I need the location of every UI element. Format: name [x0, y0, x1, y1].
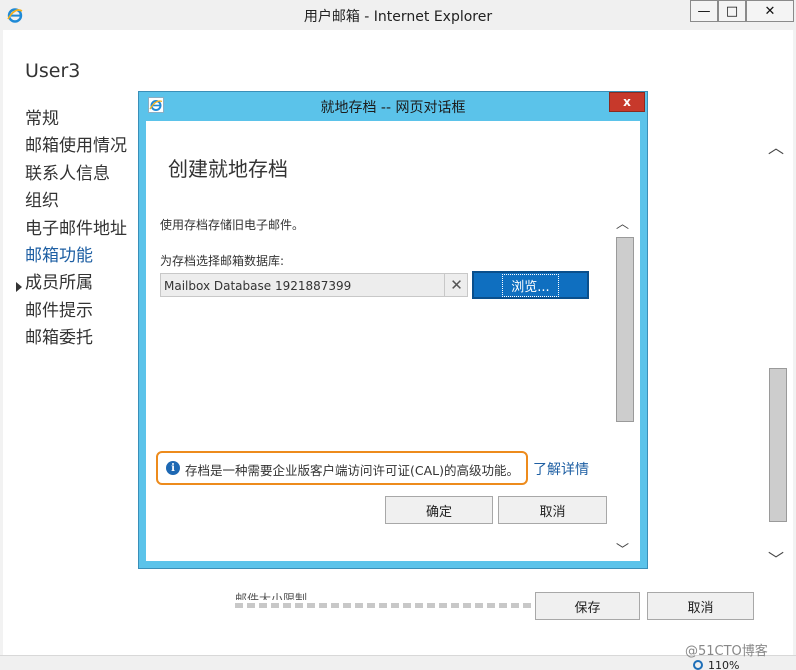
close-window-button[interactable]: ✕ [746, 0, 794, 22]
nav-item-member-of[interactable]: 成员所属 [25, 270, 127, 297]
info-icon: i [166, 461, 180, 475]
save-button[interactable]: 保存 [535, 592, 640, 620]
dialog-title: 就地存档 -- 网页对话框 [320, 100, 466, 116]
dialog-heading: 创建就地存档 [168, 157, 288, 181]
nav-item-general[interactable]: 常规 [25, 106, 127, 133]
page-scrollbar-thumb[interactable] [769, 368, 787, 522]
database-label: 为存档选择邮箱数据库: [160, 254, 285, 268]
license-notice-text: 存档是一种需要企业版客户端访问许可证(CAL)的高级功能。 [185, 463, 519, 478]
dialog-body: 创建就地存档 使用存档存储旧电子邮件。 为存档选择邮箱数据库: Mailbox … [146, 121, 640, 561]
license-notice: i 存档是一种需要企业版客户端访问许可证(CAL)的高级功能。 [156, 451, 528, 485]
active-nav-arrow-icon [16, 282, 22, 292]
ok-button[interactable]: 确定 [385, 496, 493, 524]
ie-titlebar: 用户邮箱 - Internet Explorer — □ ✕ [0, 0, 796, 30]
minimize-button[interactable]: — [690, 0, 718, 22]
nav-item-mail-tips[interactable]: 邮件提示 [25, 298, 127, 325]
dialog-close-button[interactable]: x [609, 92, 645, 112]
window-title: 用户邮箱 - Internet Explorer [303, 9, 493, 25]
nav-item-mailbox-usage[interactable]: 邮箱使用情况 [25, 133, 127, 160]
watermark: @51CTO博客 [685, 644, 768, 659]
zoom-level[interactable]: 110% [708, 659, 739, 670]
learn-more-link[interactable]: 了解详情 [533, 459, 589, 479]
dialog-description: 使用存档存储旧电子邮件。 [160, 218, 305, 232]
page-scroll-down-button[interactable]: ﹀ [768, 546, 784, 570]
page-cancel-button[interactable]: 取消 [647, 592, 754, 620]
browse-button[interactable]: 浏览... [472, 271, 589, 299]
dialog-scroll-up-button[interactable]: ︿ [616, 213, 629, 232]
nav-item-mailbox-delegation[interactable]: 邮箱委托 [25, 325, 127, 352]
nav-item-mailbox-features[interactable]: 邮箱功能 [25, 243, 127, 270]
dialog-scroll-down-button[interactable]: ﹀ [616, 539, 629, 558]
nav-item-contact-info[interactable]: 联系人信息 [25, 161, 127, 188]
nav-item-email-address[interactable]: 电子邮件地址 [25, 216, 127, 243]
status-bar: 110% [0, 655, 796, 670]
maximize-button[interactable]: □ [718, 0, 746, 22]
obscured-text-line [235, 603, 535, 608]
nav-item-organization[interactable]: 组织 [25, 188, 127, 215]
browse-button-label: 浏览... [502, 273, 559, 297]
dialog-scrollbar-thumb[interactable] [616, 237, 634, 422]
archive-dialog: 就地存档 -- 网页对话框 x 创建就地存档 使用存档存储旧电子邮件。 为存档选… [138, 91, 648, 569]
obscured-section-label: 邮件大小限制 [235, 592, 308, 600]
user-name: User3 [25, 60, 81, 82]
side-nav: 常规 邮箱使用情况 联系人信息 组织 电子邮件地址 邮箱功能 成员所属 邮件提示… [25, 106, 127, 353]
page-scroll-up-button[interactable]: ︿ [768, 134, 784, 158]
zoom-icon[interactable] [693, 660, 703, 670]
dialog-cancel-button[interactable]: 取消 [498, 496, 607, 524]
database-field[interactable]: Mailbox Database 1921887399 [160, 273, 468, 297]
clear-icon[interactable]: ✕ [444, 273, 468, 297]
